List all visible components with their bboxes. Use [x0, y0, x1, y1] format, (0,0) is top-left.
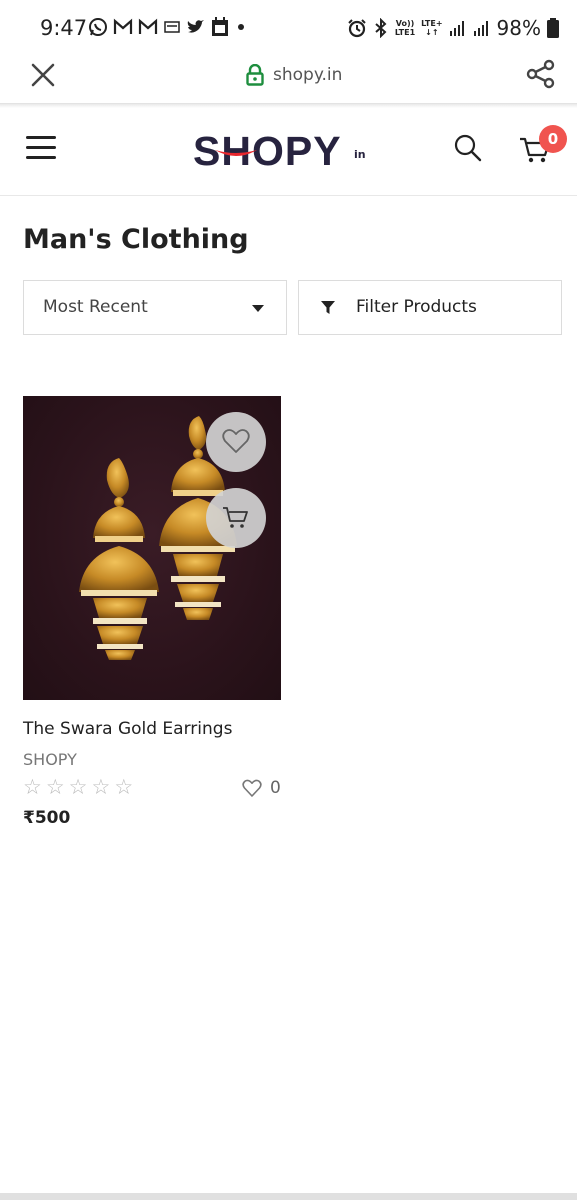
lte-indicator: LTE+ ↓↑: [421, 19, 442, 37]
star-rating: ☆ ☆ ☆ ☆ ☆: [23, 776, 133, 798]
logo-suffix: in: [354, 148, 366, 161]
heart-icon: [242, 779, 262, 797]
search-icon[interactable]: [453, 133, 483, 163]
volte-label: Vo)): [395, 19, 415, 28]
url-text: shopy.in: [273, 65, 343, 85]
whatsapp-icon: [89, 18, 107, 36]
battery-icon: [547, 18, 559, 38]
hamburger-menu-button[interactable]: [26, 136, 56, 160]
page-title: Man's Clothing: [23, 224, 249, 255]
product-image[interactable]: [23, 396, 281, 700]
calendar-icon: [212, 17, 228, 36]
like-count-value: 0: [270, 778, 281, 798]
logo-swoosh-icon: [215, 150, 257, 156]
bluetooth-icon: [375, 18, 387, 38]
status-right: Vo)) LTE1 LTE+ ↓↑ 98%: [347, 16, 559, 40]
site-header: SHOPY in 0: [0, 108, 577, 196]
gmail-icon: [138, 18, 158, 34]
heart-icon: [222, 429, 250, 453]
star-icon: ☆: [45, 775, 65, 799]
product-price: ₹500: [23, 808, 71, 828]
status-time: 9:47: [40, 16, 88, 40]
share-icon[interactable]: [525, 58, 557, 90]
bottom-nav-edge: [0, 1193, 577, 1200]
browser-bar: shopy.in: [0, 54, 577, 104]
signal-icon: [473, 21, 488, 36]
gmail-icon: [113, 18, 133, 34]
cart-count-badge: 0: [539, 125, 567, 153]
news-icon: [164, 21, 180, 33]
dot-icon: [238, 24, 244, 30]
star-icon: ☆: [91, 775, 111, 799]
cart-icon: [223, 507, 248, 528]
close-icon[interactable]: [30, 62, 56, 88]
filter-label: Filter Products: [356, 297, 477, 317]
star-icon: ☆: [114, 775, 134, 799]
add-to-cart-button[interactable]: [206, 488, 266, 548]
signal-icon: [449, 21, 464, 36]
sort-selected-value: Most Recent: [43, 297, 148, 317]
star-icon: ☆: [23, 775, 42, 799]
sort-select[interactable]: Most Recent: [23, 280, 287, 335]
shopy-logo[interactable]: SHOPY in: [193, 126, 366, 176]
alarm-icon: [348, 19, 366, 38]
status-bar: 9:47 Vo)) LTE1 LTE+ ↓↑ 98%: [0, 0, 577, 54]
filter-products-button[interactable]: Filter Products: [298, 280, 562, 335]
lock-icon: [246, 64, 264, 86]
volte-indicator: Vo)) LTE1: [395, 19, 415, 37]
product-name[interactable]: The Swara Gold Earrings: [23, 719, 232, 739]
menu-bar: [26, 156, 56, 159]
product-brand: SHOPY: [23, 750, 77, 769]
wishlist-button[interactable]: [206, 412, 266, 472]
lte1-label: LTE1: [394, 28, 416, 37]
twitter-icon: [187, 20, 204, 33]
menu-bar: [26, 146, 56, 149]
lte-plus-label: LTE+: [421, 19, 443, 28]
star-icon: ☆: [68, 775, 88, 799]
notification-icons: [88, 17, 248, 37]
data-arrows-icon: ↓↑: [425, 28, 439, 37]
like-count[interactable]: 0: [242, 778, 281, 798]
menu-bar: [26, 136, 56, 139]
chevron-down-icon: [252, 305, 264, 312]
battery-percent: 98%: [496, 16, 541, 40]
url-bar[interactable]: shopy.in: [246, 64, 342, 86]
filter-icon: [321, 301, 335, 314]
product-card[interactable]: The Swara Gold Earrings SHOPY ☆ ☆ ☆ ☆ ☆ …: [23, 396, 281, 836]
